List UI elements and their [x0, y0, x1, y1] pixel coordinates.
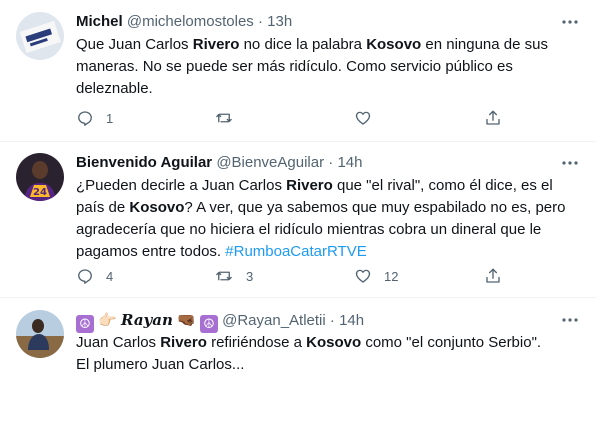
- separator: ·: [329, 312, 335, 329]
- tweet-text: Que Juan Carlos Rivero no dice la palabr…: [76, 34, 576, 100]
- like-button[interactable]: 12: [354, 266, 398, 286]
- share-icon: [484, 267, 502, 285]
- tweet-2[interactable]: 24 Bienvenido Aguilar @BienveAguilar · 1…: [0, 142, 596, 298]
- hashtag-link[interactable]: #RumboaCatarRTVE: [225, 243, 366, 260]
- reply-button[interactable]: 1: [76, 108, 113, 128]
- highlight-term: Kosovo: [306, 334, 362, 351]
- retweet-button[interactable]: [214, 108, 246, 128]
- tweet-1[interactable]: Michel @michelomostoles · 13h Que Juan C…: [0, 0, 596, 142]
- text-segment: ¿Pueden decirle a Juan Carlos: [76, 177, 287, 194]
- handle[interactable]: @Rayan_Atletii: [222, 312, 326, 329]
- handle[interactable]: @BienveAguilar: [216, 154, 324, 171]
- text-segment: Que Juan Carlos: [76, 36, 193, 53]
- like-icon: [354, 109, 372, 127]
- reply-icon: [76, 267, 94, 285]
- highlight-term: Rivero: [286, 177, 333, 194]
- timestamp[interactable]: 13h: [267, 13, 292, 30]
- avatar[interactable]: 24: [16, 153, 64, 201]
- separator: ·: [257, 13, 263, 30]
- timestamp[interactable]: 14h: [339, 312, 364, 329]
- timestamp[interactable]: 14h: [337, 154, 362, 171]
- like-icon: [354, 267, 372, 285]
- display-name[interactable]: Bienvenido Aguilar: [76, 154, 212, 171]
- retweet-icon: [214, 109, 234, 127]
- peace-symbol-icon: ☮: [76, 315, 94, 333]
- svg-text:24: 24: [33, 187, 47, 198]
- like-count: 12: [384, 268, 399, 284]
- display-name[interactable]: Rayan: [121, 311, 173, 329]
- reply-count: 1: [106, 110, 114, 126]
- tweet-3[interactable]: ☮ 👉🏻 Rayan 🤜🏾 ☮ @Rayan_Atletii · 14h Jua…: [0, 298, 596, 422]
- avatar[interactable]: [16, 12, 64, 60]
- text-segment: Juan Carlos: [76, 334, 161, 351]
- tweet-actions: 4 3 12: [70, 266, 510, 286]
- highlight-term: Kosovo: [366, 36, 422, 53]
- display-name[interactable]: Michel: [76, 13, 123, 30]
- hand-icon: 👉🏻: [98, 312, 117, 329]
- separator: ·: [328, 154, 334, 171]
- highlight-term: Rivero: [160, 334, 207, 351]
- more-icon[interactable]: [560, 153, 580, 173]
- highlight-term: Rivero: [192, 36, 240, 53]
- text-segment: no dice la palabra: [239, 36, 367, 53]
- tweet-text: ¿Pueden decirle a Juan Carlos Rivero que…: [76, 175, 576, 263]
- share-icon: [484, 109, 502, 127]
- peace-symbol-icon: ☮: [199, 315, 218, 333]
- reply-count: 4: [106, 268, 114, 284]
- retweet-count: 3: [246, 268, 254, 284]
- highlight-term: Kosovo: [129, 199, 185, 216]
- hand-icon: 🤜🏾: [177, 312, 196, 329]
- more-icon[interactable]: [560, 310, 580, 330]
- avatar[interactable]: [16, 310, 64, 358]
- retweet-button[interactable]: 3: [214, 266, 253, 286]
- tweet-text: Juan Carlos Rivero refiriéndose a Kosovo…: [76, 332, 576, 376]
- share-button[interactable]: [484, 108, 502, 128]
- like-button[interactable]: [354, 108, 384, 128]
- reply-icon: [76, 109, 94, 127]
- share-button[interactable]: [484, 266, 502, 286]
- reply-button[interactable]: 4: [76, 266, 113, 286]
- handle[interactable]: @michelomostoles: [127, 13, 254, 30]
- text-segment: refiriéndose a: [206, 334, 307, 351]
- tweet-actions: 1: [70, 108, 510, 128]
- more-icon[interactable]: [560, 12, 580, 32]
- retweet-icon: [214, 267, 234, 285]
